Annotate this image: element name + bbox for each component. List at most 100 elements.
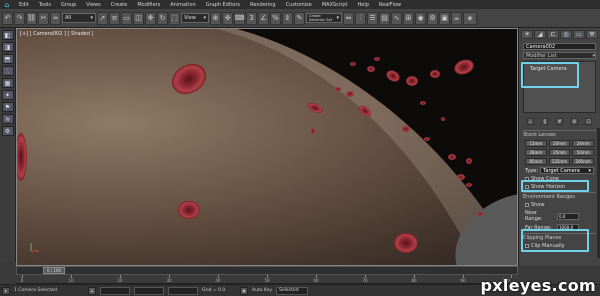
menu-edit[interactable]: Edit [14,2,34,8]
camera-viewport[interactable]: [+] [ Camera002 ] [ Shaded ] [16,28,518,266]
time-slider[interactable]: 0 / 100 [16,266,518,275]
near-range-spinner[interactable]: 0.0 [557,212,579,220]
move-icon[interactable]: ✥ [145,11,156,25]
realflow-daemon-icon[interactable]: ⚑ [1,102,14,112]
material-editor-icon[interactable]: ◉ [415,11,426,25]
menu-rendering[interactable]: Rendering [245,2,281,8]
realflow-mesh-icon[interactable]: ▦ [1,78,14,88]
menu-modifiers[interactable]: Modifiers [132,2,165,8]
schematic-view-icon[interactable]: ⊞ [403,11,414,25]
realflow-export-icon[interactable]: ◨ [1,42,14,52]
pivot-center-icon[interactable]: ⊕ [210,11,221,25]
lens-135mm-button[interactable]: 135mm [548,158,571,165]
lens-35mm-button[interactable]: 35mm [548,149,571,156]
select-by-name-icon[interactable]: ≡ [109,11,120,25]
lens-24mm-button[interactable]: 24mm [572,140,594,147]
show-end-result-icon[interactable]: ∥ [541,118,549,125]
modify-tab-icon[interactable]: ◢ [534,30,546,39]
selection-filter-dropdown[interactable]: All ▾ [62,13,96,23]
keyboard-shortcut-icon[interactable]: ⌨ [234,11,245,25]
lens-50mm-button[interactable]: 50mm [572,149,594,156]
stock-lenses-header[interactable]: Stock Lenses [523,130,596,138]
y-coordinate-field[interactable] [134,286,164,295]
angle-snap-icon[interactable]: ∠ [258,11,269,25]
unlink-icon[interactable]: ✂ [38,11,49,25]
menu-maxscript[interactable]: MAXScript [317,2,353,8]
lens-200mm-button[interactable]: 200mm [572,158,594,165]
viewport-label[interactable]: [+] [ Camera002 ] [ Shaded ] [20,31,93,37]
pin-stack-icon[interactable]: ⊥ [526,118,534,125]
blood-cell-large [171,63,207,95]
realflow-icon[interactable]: ◈ [463,11,477,25]
edit-named-selection-icon[interactable]: ✎ [294,11,305,25]
menu-graph-editors[interactable]: Graph Editors [201,2,245,8]
rectangular-selection-icon[interactable]: ▭ [121,11,132,25]
menu-help[interactable]: Help [353,2,374,8]
percent-snap-icon[interactable]: % [270,11,281,25]
camera-type-dropdown[interactable]: Target Camera ▾ [540,167,594,174]
redo-icon[interactable]: ↷ [14,11,25,25]
realflow-emitter-icon[interactable]: ✦ [1,90,14,100]
make-unique-icon[interactable]: ∀ [555,118,563,125]
motion-tab-icon[interactable]: ◎ [560,30,572,39]
select-manipulate-icon[interactable]: ✜ [222,11,233,25]
menu-customize[interactable]: Customize [281,2,317,8]
select-object-icon[interactable]: ➚ [97,11,108,25]
realflow-settings-icon[interactable]: ⚙ [1,126,14,136]
menu-views[interactable]: Views [81,2,105,8]
window-crossing-icon[interactable]: ◫ [133,11,144,25]
modifier-list-dropdown[interactable]: Modifier List ▾ [523,52,596,59]
realflow-wave-icon[interactable]: ≋ [1,114,14,124]
menu-create[interactable]: Create [106,2,133,8]
utilities-tab-icon[interactable]: ⚒ [586,30,598,39]
configure-sets-icon[interactable]: ☐ [585,118,593,125]
add-time-tag-icon[interactable]: ◆ [240,286,248,295]
maxscript-listener-icon[interactable]: ▸ [2,286,10,295]
menu-tools[interactable]: Tools [34,2,56,8]
auto-key-button[interactable]: Auto Key [252,288,272,293]
link-icon[interactable]: ⛓ [26,11,37,25]
show-env-checkbox[interactable] [525,203,529,207]
undo-icon[interactable]: ↶ [2,11,13,25]
menu-group[interactable]: Group [56,2,81,8]
mirror-icon[interactable]: ⇔ [343,11,354,25]
app-logo-icon[interactable]: ⌂ [0,0,14,9]
highlight-box-stack [521,62,579,88]
layer-manager-icon[interactable]: ☰ [367,11,378,25]
x-coordinate-field[interactable] [100,286,130,295]
curve-editor-icon[interactable]: ∿ [391,11,402,25]
realflow-scene-icon[interactable]: ◧ [1,30,14,40]
object-name-field[interactable]: Camera002 [523,43,596,50]
render-setup-icon[interactable]: ⚙ [427,11,438,25]
track-bar[interactable]: 0 10 20 30 40 50 60 70 80 90 100 [16,275,518,284]
render-production-icon[interactable]: ☕ [451,11,462,25]
environment-ranges-header[interactable]: Environment Ranges [523,192,596,200]
reference-coordinate-dropdown[interactable]: View ▾ [181,13,209,23]
key-filter-dropdown[interactable]: Selected [276,286,309,295]
realflow-import-icon[interactable]: ⬒ [1,54,14,64]
z-coordinate-field[interactable] [168,286,198,295]
scale-icon[interactable]: ⬚ [169,11,180,25]
lock-selection-icon[interactable]: 🔒︎ [88,286,96,295]
rendered-frame-window-icon[interactable]: ▣ [439,11,450,25]
display-tab-icon[interactable]: ▭ [573,30,585,39]
align-icon[interactable]: ⫶ [355,11,366,25]
lens-28mm-button[interactable]: 28mm [525,149,547,156]
menu-animation[interactable]: Animation [165,2,201,8]
snaps-toggle-icon[interactable]: 3 [246,11,257,25]
realflow-particles-icon[interactable]: ∴ [1,66,14,76]
rotate-icon[interactable]: ↻ [157,11,168,25]
lens-15mm-button[interactable]: 15mm [525,140,547,147]
remove-modifier-icon[interactable]: ⊘ [570,118,578,125]
graphite-ribbon-icon[interactable]: ▤ [379,11,390,25]
named-selection-dropdown[interactable]: Create Selection Set ▾ [306,13,342,23]
create-tab-icon[interactable]: ✳ [521,30,533,39]
lens-20mm-button[interactable]: 20mm [548,140,571,147]
hierarchy-tab-icon[interactable]: ⊏ [547,30,559,39]
menu-realflow[interactable]: RealFlow [374,2,406,8]
lens-85mm-button[interactable]: 85mm [525,158,547,165]
spinner-snap-icon[interactable]: ⇕ [282,11,293,25]
bind-space-warp-icon[interactable]: ≈ [50,11,61,25]
time-slider-knob[interactable]: 0 / 100 [43,267,65,274]
blood-cell [448,154,456,160]
